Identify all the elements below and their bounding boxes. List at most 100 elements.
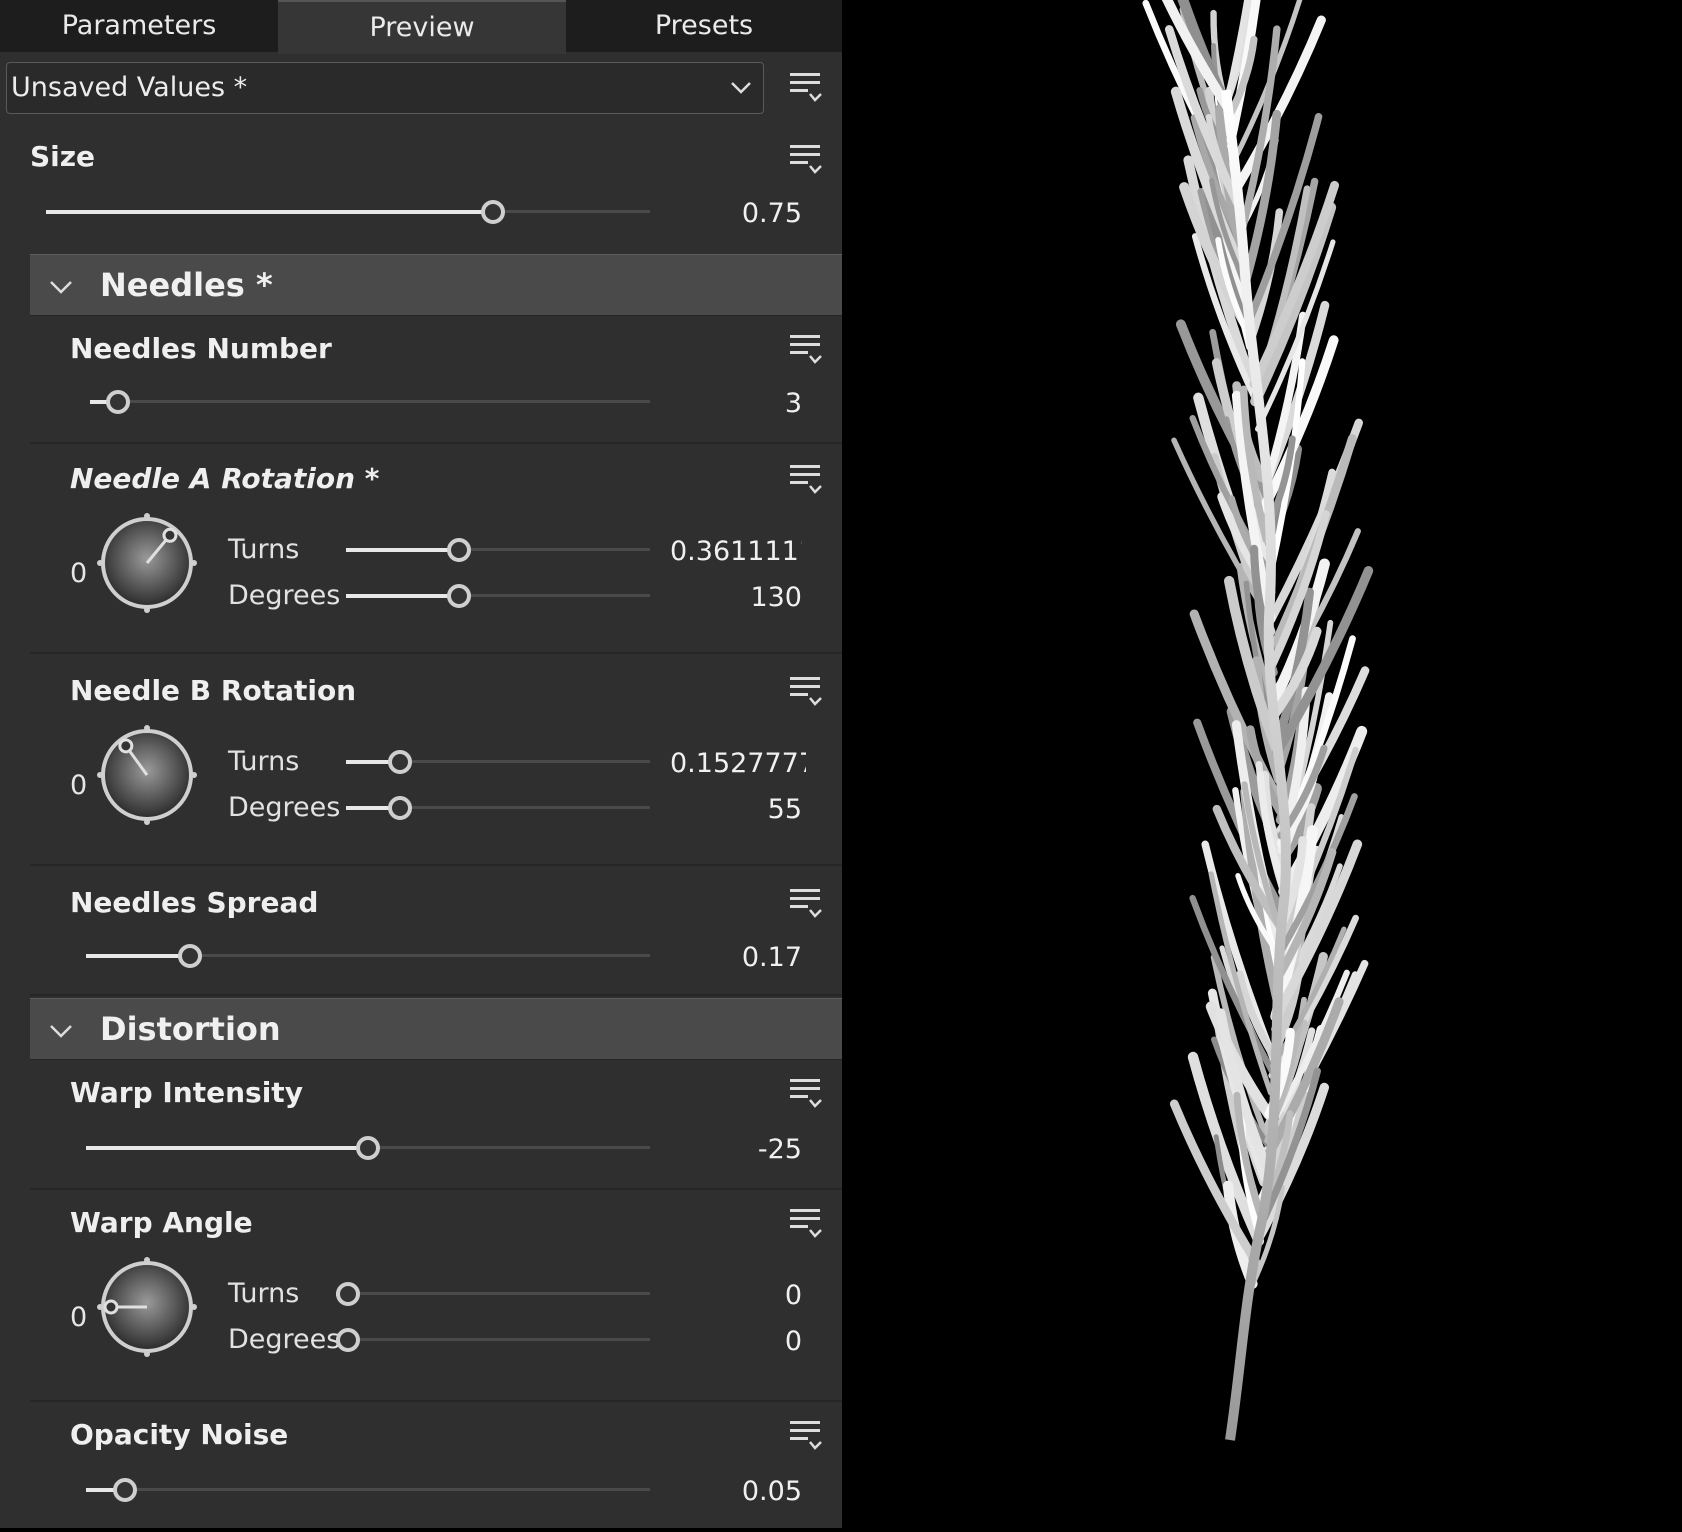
needle-b-degrees-value[interactable]: 55 [670,794,802,825]
slider-fill [346,806,392,810]
slider-fill [86,1146,360,1150]
dial-tick [97,560,103,566]
slider-track [86,1488,650,1491]
list-menu-icon[interactable] [788,332,824,366]
slider-knob[interactable] [446,584,471,608]
preview-canvas[interactable] [842,0,1682,1528]
warp-angle-turns-value[interactable]: 0 [670,1280,802,1311]
needle-a-turns-slider[interactable] [346,538,650,562]
warp-angle-degrees-slider[interactable] [336,1328,650,1352]
list-menu-icon[interactable] [788,70,824,104]
needle-branch-preview [1142,0,1374,1441]
rotation-dial-icon[interactable] [92,720,202,830]
opacity-noise-group: Opacity Noise 0.05 [30,1402,842,1528]
slider-knob[interactable] [388,796,412,820]
slider-track [336,1292,650,1295]
preset-dropdown-label: Unsaved Values * [11,72,248,103]
dial-tick [97,1304,103,1310]
dial-tick [144,1351,150,1357]
slider-track [336,1338,650,1341]
warp-intensity-group: Warp Intensity -25 [30,1060,842,1190]
needle-a-turns-value[interactable]: 0.3611111 [670,536,802,567]
needles-number-group: Needles Number 3 [30,316,842,444]
size-slider[interactable] [46,200,650,224]
size-value[interactable]: 0.75 [680,198,802,229]
needle-b-rotation-group: Needle B Rotation 0 Turns Degrees 0.1527… [30,656,842,866]
slider-knob[interactable] [446,538,471,562]
list-menu-icon[interactable] [788,1206,824,1240]
needle-strokes [1142,0,1374,1290]
opacity-noise-slider[interactable] [86,1478,650,1502]
dial-tick [144,1257,150,1263]
needles-spread-label: Needles Spread [70,886,319,919]
rotation-dial-icon[interactable] [92,508,202,618]
slider-knob[interactable] [177,944,202,968]
slider-knob[interactable] [106,390,131,414]
needles-spread-group: Needles Spread 0.17 [30,868,842,996]
needle-a-degrees-slider[interactable] [346,584,650,608]
slider-knob[interactable] [113,1478,137,1502]
warp-angle-group: Warp Angle 0 Turns Degrees 0 0 [30,1190,842,1402]
list-menu-icon[interactable] [788,142,824,176]
slider-fill [346,548,451,552]
preset-dropdown[interactable]: Unsaved Values * [6,62,764,114]
chevron-down-icon [731,82,751,94]
size-label: Size [30,140,96,173]
tab-parameters[interactable]: Parameters [0,0,278,52]
slider-knob[interactable] [356,1136,380,1160]
slider-knob[interactable] [481,200,505,224]
dial-zero-label: 0 [70,1302,88,1333]
dial-tick [97,772,103,778]
warp-angle-label: Warp Angle [70,1206,253,1239]
dial-handle [118,738,134,754]
slider-fill [86,954,182,958]
chevron-down-icon [50,1025,72,1038]
list-menu-icon[interactable] [788,1418,824,1452]
section-distortion-header[interactable]: Distortion [30,998,842,1060]
rotation-dial-icon[interactable] [92,1252,202,1362]
tab-presets[interactable]: Presets [566,0,842,52]
dial-tick [144,607,150,613]
needles-number-slider[interactable] [90,390,650,414]
turns-label: Turns [228,534,300,565]
list-menu-icon[interactable] [788,886,824,920]
warp-intensity-slider[interactable] [86,1136,650,1160]
opacity-noise-value[interactable]: 0.05 [680,1476,802,1507]
chevron-down-icon [50,281,72,294]
needle-a-degrees-value[interactable]: 130 [670,582,802,613]
needles-spread-slider[interactable] [86,944,650,968]
section-needles-header[interactable]: Needles * [30,254,842,316]
needles-number-value[interactable]: 3 [680,388,802,419]
slider-knob[interactable] [336,1328,360,1352]
dial-handle [103,1299,119,1315]
dial-tick [191,772,197,778]
needle-b-turns-value[interactable]: 0.15277778 [670,748,806,779]
needle-b-degrees-slider[interactable] [346,796,650,820]
section-distortion-title: Distortion [100,1010,281,1048]
turns-label: Turns [228,1278,300,1309]
dial-handle [162,527,178,543]
slider-knob[interactable] [336,1282,360,1306]
needle-a-rotation-label: Needle A Rotation * [70,462,380,495]
dial-tick [191,560,197,566]
warp-intensity-label: Warp Intensity [70,1076,303,1109]
degrees-label: Degrees [228,792,341,823]
slider-fill [346,760,392,764]
needle-b-turns-slider[interactable] [346,750,650,774]
warp-intensity-value[interactable]: -25 [680,1134,802,1165]
warp-angle-degrees-value[interactable]: 0 [670,1326,802,1357]
turns-label: Turns [228,746,300,777]
warp-angle-turns-slider[interactable] [336,1282,650,1306]
slider-fill [346,594,451,598]
needle-b-rotation-label: Needle B Rotation [70,674,357,707]
slider-fill [46,210,485,214]
tab-preview[interactable]: Preview [278,0,566,54]
list-menu-icon[interactable] [788,1076,824,1110]
needles-spread-value[interactable]: 0.17 [680,942,802,973]
list-menu-icon[interactable] [788,462,824,496]
section-needles-title: Needles * [100,266,273,304]
slider-knob[interactable] [388,750,412,774]
list-menu-icon[interactable] [788,674,824,708]
slider-track [90,400,650,403]
dial-tick [144,725,150,731]
